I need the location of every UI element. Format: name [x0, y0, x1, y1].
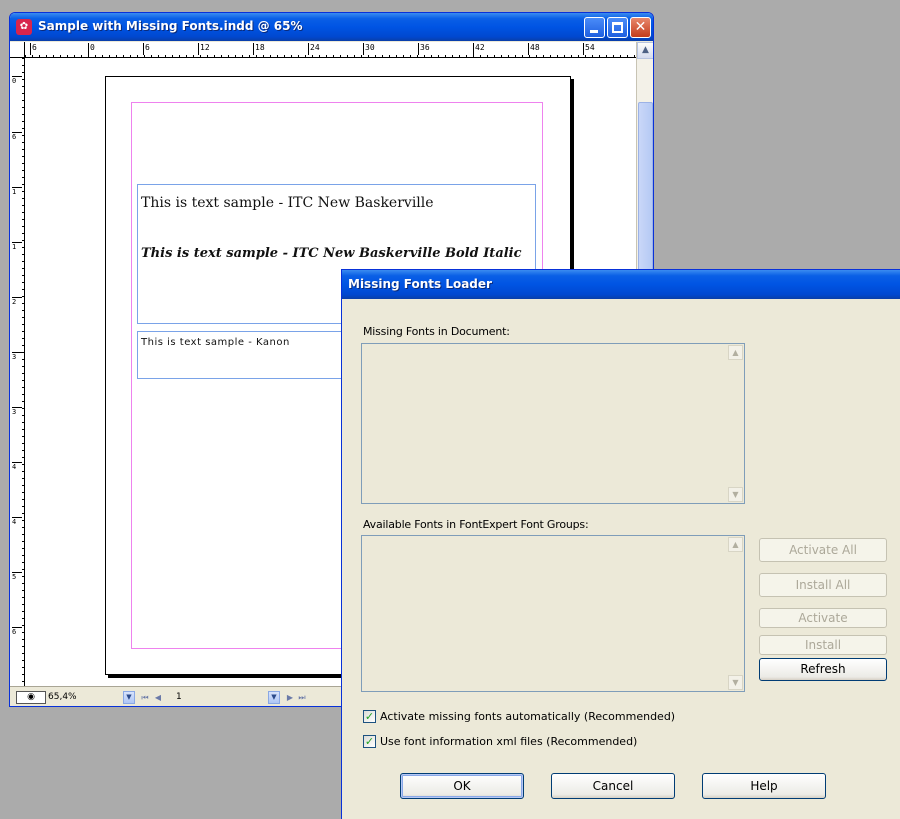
- scroll-down-icon[interactable]: ▼: [728, 487, 743, 502]
- scroll-down-icon[interactable]: ▼: [728, 675, 743, 690]
- ruler-tick-label: 1: [12, 242, 22, 251]
- use-xml-checkbox[interactable]: ✓: [363, 735, 376, 748]
- ruler-tick-label: 3: [12, 352, 22, 361]
- ruler-tick-label: 18: [253, 43, 265, 55]
- previous-page-icon[interactable]: ◀: [153, 691, 163, 704]
- close-icon: ✕: [634, 19, 647, 35]
- activate-all-button[interactable]: Activate All: [759, 538, 887, 562]
- install-all-button[interactable]: Install All: [759, 573, 887, 597]
- scroll-up-icon[interactable]: ▲: [728, 537, 743, 552]
- ruler-tick-label: 4: [12, 517, 22, 526]
- scroll-up-icon[interactable]: ▲: [637, 42, 653, 59]
- ruler-tick-label: 1: [12, 187, 22, 196]
- missing-fonts-scrollbar[interactable]: ▲ ▼: [727, 344, 744, 503]
- missing-fonts-loader-dialog: Missing Fonts Loader Missing Fonts in Do…: [341, 269, 900, 819]
- zoom-level-field[interactable]: 65,4%: [48, 691, 120, 704]
- ruler-tick-label: 42: [473, 43, 485, 55]
- dialog-title-bar[interactable]: Missing Fonts Loader: [342, 270, 900, 299]
- ruler-tick-label: 0: [12, 76, 22, 85]
- horizontal-ruler[interactable]: 6 0 6 12 18 24 30 36 42 48 54: [25, 42, 636, 58]
- ruler-tick-label: 5: [12, 572, 22, 581]
- dialog-title: Missing Fonts Loader: [348, 277, 492, 291]
- text-sample-kanon[interactable]: This is text sample - Kanon: [141, 337, 290, 348]
- ruler-tick-label: 6: [30, 43, 37, 55]
- ok-button[interactable]: OK: [400, 773, 524, 799]
- ruler-tick-label: 0: [88, 43, 95, 55]
- ruler-tick-label: 24: [308, 43, 320, 55]
- install-button[interactable]: Install: [759, 635, 887, 655]
- ruler-tick-label: 3: [12, 407, 22, 416]
- zoom-dropdown-icon[interactable]: ▼: [123, 691, 135, 704]
- close-button[interactable]: ✕: [630, 17, 651, 38]
- document-title: Sample with Missing Fonts.indd @ 65%: [38, 19, 303, 33]
- minimize-button[interactable]: [584, 17, 605, 38]
- maximize-button[interactable]: [607, 17, 628, 38]
- next-page-icon[interactable]: ▶: [285, 691, 295, 704]
- page-dropdown-icon[interactable]: ▼: [268, 691, 280, 704]
- maximize-icon: [612, 22, 623, 33]
- ruler-tick-label: 6: [143, 43, 150, 55]
- indesign-icon: ✿: [16, 19, 32, 35]
- ruler-tick-label: 6: [12, 627, 22, 636]
- document-title-bar[interactable]: ✿ Sample with Missing Fonts.indd @ 65% ✕: [10, 13, 653, 41]
- text-sample-baskerville[interactable]: This is text sample - ITC New Baskervill…: [141, 195, 434, 211]
- ruler-tick-label: 36: [418, 43, 430, 55]
- page-number-field[interactable]: 1: [176, 691, 266, 704]
- available-fonts-list[interactable]: ▲ ▼: [361, 535, 745, 692]
- scroll-up-icon[interactable]: ▲: [728, 345, 743, 360]
- activate-button[interactable]: Activate: [759, 608, 887, 628]
- last-page-icon[interactable]: ⏭: [297, 691, 307, 704]
- text-sample-baskerville-bold-italic[interactable]: This is text sample - ITC New Baskervill…: [141, 246, 522, 261]
- ruler-tick-label: 48: [528, 43, 540, 55]
- minimize-icon: [590, 30, 598, 33]
- view-mode-icon[interactable]: ◉: [16, 691, 46, 704]
- auto-activate-label[interactable]: Activate missing fonts automatically (Re…: [380, 710, 675, 723]
- help-button[interactable]: Help: [702, 773, 826, 799]
- ruler-tick-label: 4: [12, 462, 22, 471]
- ruler-tick-label: 30: [363, 43, 375, 55]
- available-fonts-label: Available Fonts in FontExpert Font Group…: [363, 518, 589, 531]
- use-xml-label[interactable]: Use font information xml files (Recommen…: [380, 735, 637, 748]
- ruler-origin[interactable]: [10, 42, 25, 58]
- cancel-button[interactable]: Cancel: [551, 773, 675, 799]
- ruler-tick-label: 2: [12, 297, 22, 306]
- auto-activate-checkbox[interactable]: ✓: [363, 710, 376, 723]
- ruler-tick-label: 6: [12, 132, 22, 141]
- vertical-ruler[interactable]: 0 6 1 1 2 3 3 4 4 5 6: [10, 58, 25, 686]
- missing-fonts-list[interactable]: ▲ ▼: [361, 343, 745, 504]
- first-page-icon[interactable]: ⏮: [140, 691, 150, 704]
- ruler-tick-label: 54: [583, 43, 595, 55]
- ruler-tick-label: 12: [198, 43, 210, 55]
- refresh-button[interactable]: Refresh: [759, 658, 887, 681]
- available-fonts-scrollbar[interactable]: ▲ ▼: [727, 536, 744, 691]
- missing-fonts-label: Missing Fonts in Document:: [363, 325, 510, 338]
